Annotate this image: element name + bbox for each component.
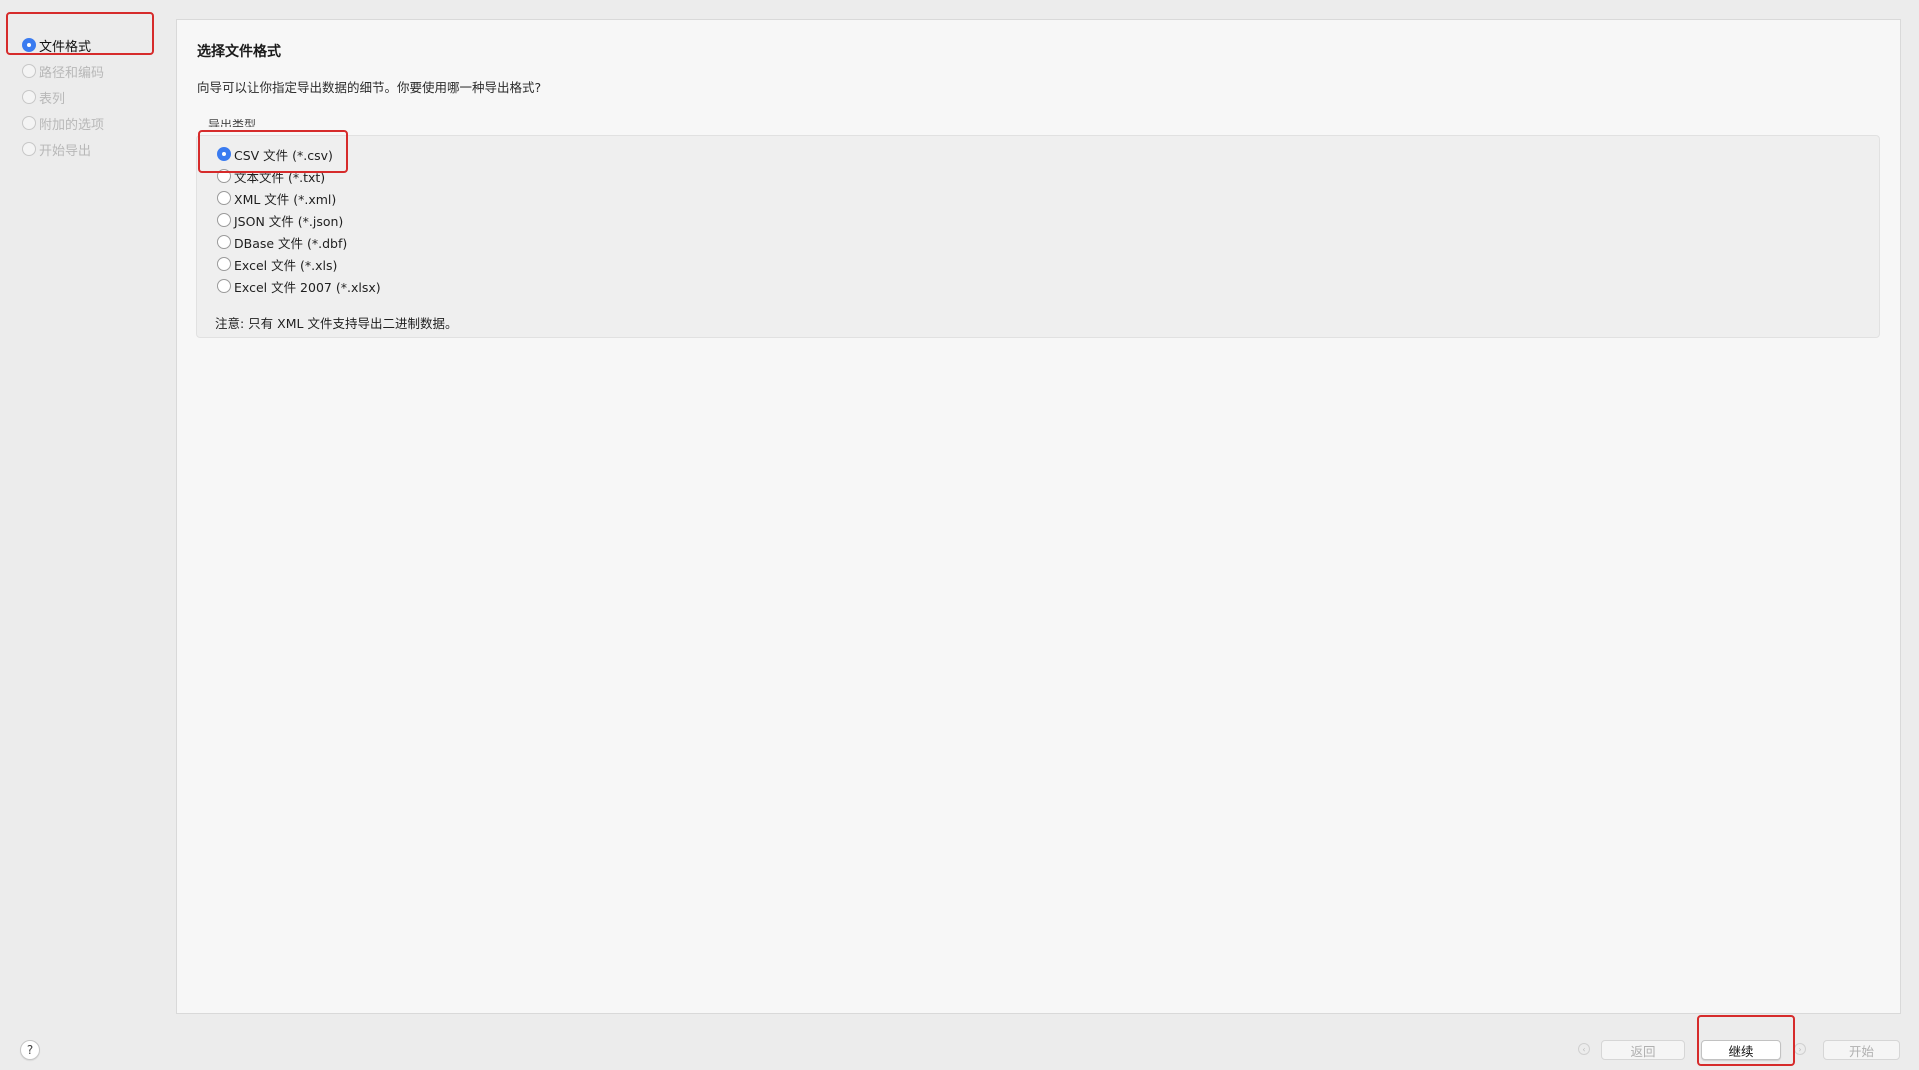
option-label: Excel 文件 2007 (*.xlsx) (234, 279, 381, 295)
step-label: 表列 (39, 91, 66, 107)
page-description: 向导可以让你指定导出数据的细节。你要使用哪一种导出格式? (197, 80, 542, 95)
radio-icon (217, 169, 231, 183)
step-start-export: 开始导出 (22, 139, 91, 159)
option-label: JSON 文件 (*.json) (234, 213, 344, 229)
binary-export-note: 注意: 只有 XML 文件支持导出二进制数据。 (215, 316, 458, 331)
help-button[interactable]: ? (20, 1040, 40, 1060)
continue-button[interactable]: 继续 (1701, 1040, 1781, 1060)
back-arrow-icon: ‹ (1578, 1043, 1590, 1055)
step-additional-options: 附加的选项 (22, 113, 104, 133)
option-label: 文本文件 (*.txt) (234, 169, 326, 185)
option-csv[interactable]: CSV 文件 (*.csv) (217, 145, 333, 163)
step-radio-icon (22, 142, 36, 156)
option-xlsx[interactable]: Excel 文件 2007 (*.xlsx) (217, 277, 381, 295)
option-label: XML 文件 (*.xml) (234, 191, 337, 207)
back-button[interactable]: 返回 (1601, 1040, 1685, 1060)
content-panel: 选择文件格式 向导可以让你指定导出数据的细节。你要使用哪一种导出格式? CSV … (176, 19, 1901, 1014)
radio-icon (217, 279, 231, 293)
step-radio-icon (22, 64, 36, 78)
step-file-format[interactable]: 文件格式 (22, 35, 91, 55)
export-type-group: CSV 文件 (*.csv) 文本文件 (*.txt) XML 文件 (*.xm… (196, 135, 1880, 338)
step-table-columns: 表列 (22, 87, 65, 107)
wizard-sidebar: 文件格式 路径和编码 表列 附加的选项 开始导出 (0, 0, 176, 1070)
option-dbf[interactable]: DBase 文件 (*.dbf) (217, 233, 347, 251)
option-label: DBase 文件 (*.dbf) (234, 235, 348, 251)
option-label: Excel 文件 (*.xls) (234, 257, 338, 273)
option-xls[interactable]: Excel 文件 (*.xls) (217, 255, 337, 273)
option-json[interactable]: JSON 文件 (*.json) (217, 211, 343, 229)
radio-icon (217, 235, 231, 249)
radio-selected-icon (217, 147, 231, 161)
step-radio-icon (22, 116, 36, 130)
step-path-encoding: 路径和编码 (22, 61, 104, 81)
radio-icon (217, 257, 231, 271)
option-label: CSV 文件 (*.csv) (234, 147, 333, 163)
step-label: 文件格式 (39, 39, 92, 55)
step-label: 开始导出 (39, 143, 92, 159)
export-type-label: 导出类型 (208, 119, 257, 127)
step-label: 路径和编码 (39, 65, 105, 81)
step-radio-icon (22, 90, 36, 104)
radio-icon (217, 213, 231, 227)
step-radio-icon (22, 38, 36, 52)
option-xml[interactable]: XML 文件 (*.xml) (217, 189, 336, 207)
radio-icon (217, 191, 231, 205)
option-txt[interactable]: 文本文件 (*.txt) (217, 167, 325, 185)
start-button[interactable]: 开始 (1823, 1040, 1900, 1060)
page-title: 选择文件格式 (197, 44, 281, 60)
next-arrow-icon: › (1794, 1043, 1806, 1055)
step-label: 附加的选项 (39, 117, 105, 133)
